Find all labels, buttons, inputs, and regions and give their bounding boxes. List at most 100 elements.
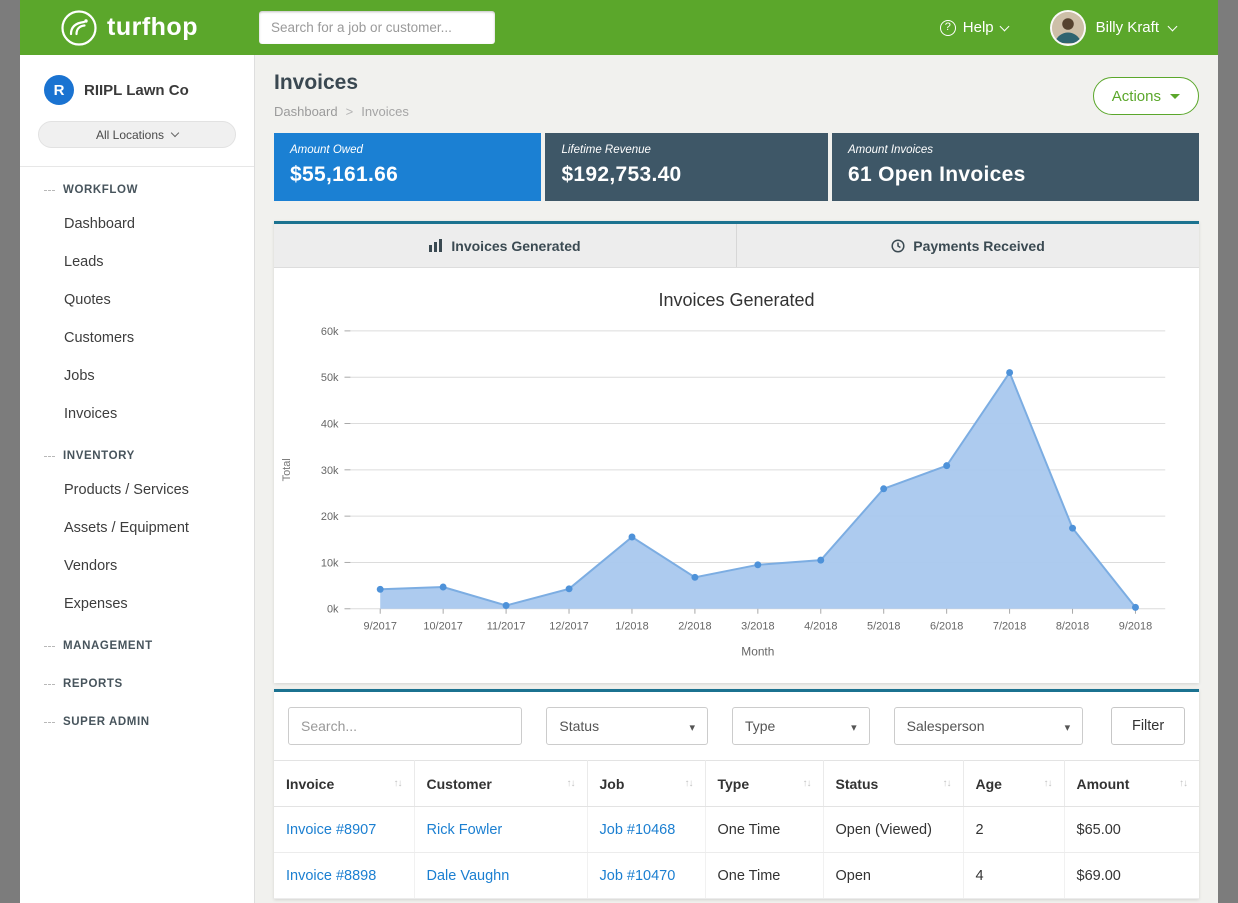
nav-section-label: SUPER ADMIN [63, 716, 150, 728]
location-selector[interactable]: All Locations [38, 121, 236, 148]
help-label: Help [963, 19, 994, 36]
nav-section-label: REPORTS [63, 678, 123, 690]
cell-type: One Time [705, 853, 823, 899]
col-customer[interactable]: Customer [414, 761, 587, 807]
tab-payments-received[interactable]: Payments Received [736, 224, 1199, 267]
user-name: Billy Kraft [1096, 19, 1159, 36]
tree-dash-icon [44, 190, 55, 191]
sidebar-item-customers[interactable]: Customers [20, 319, 254, 357]
svg-text:4/2018: 4/2018 [804, 621, 837, 633]
select-type[interactable]: Type [732, 707, 870, 745]
col-invoice[interactable]: Invoice [274, 761, 414, 807]
topbar: turfhop Help Billy Kraft [20, 0, 1218, 55]
avatar [1050, 10, 1086, 46]
col-amount[interactable]: Amount [1064, 761, 1199, 807]
stats-row: Amount Owed $55,161.66 Lifetime Revenue$19… [274, 133, 1199, 201]
svg-text:30k: 30k [321, 465, 339, 477]
company: R RIIPL Lawn Co [20, 55, 254, 105]
breadcrumb-current: Invoices [361, 104, 409, 119]
nav-section-label: INVENTORY [63, 450, 135, 462]
invoice-link[interactable]: Invoice #8898 [286, 868, 376, 884]
svg-text:10k: 10k [321, 557, 339, 569]
body-row: R RIIPL Lawn Co All Locations WORKFLOWDa… [20, 55, 1218, 903]
stat-value: $55,161.66 [290, 163, 525, 187]
breadcrumb-separator [346, 104, 354, 119]
brand-name: turfhop [107, 13, 198, 42]
invoice-link[interactable]: Invoice #8907 [286, 822, 376, 838]
filter-button[interactable]: Filter [1111, 707, 1185, 745]
breadcrumb-link-dashboard[interactable]: Dashboard [274, 104, 338, 119]
chevron-down-icon [1168, 21, 1178, 31]
sort-icon [803, 778, 811, 789]
sort-icon [685, 778, 693, 789]
col-age[interactable]: Age [963, 761, 1064, 807]
customer-link[interactable]: Rick Fowler [427, 822, 503, 838]
job-link[interactable]: Job #10470 [600, 868, 676, 884]
sidebar-item-leads[interactable]: Leads [20, 243, 254, 281]
sidebar: R RIIPL Lawn Co All Locations WORKFLOWDa… [20, 55, 255, 903]
caret-down-icon [1170, 94, 1180, 99]
sidebar-item-products-services[interactable]: Products / Services [20, 471, 254, 509]
cell-amount: $69.00 [1064, 853, 1199, 899]
column-label: Type [718, 776, 750, 792]
brand[interactable]: turfhop [20, 9, 255, 47]
turfhop-logo-icon [60, 9, 98, 47]
svg-text:11/2017: 11/2017 [487, 621, 526, 633]
stat-amount-owed: Amount Owed $55,161.66 [274, 133, 541, 201]
invoices-table: Invoice Customer Job Type StatusAgeAmount Inv… [274, 760, 1199, 899]
cell-invoice: Invoice #8898 [274, 853, 414, 899]
col-status[interactable]: Status [823, 761, 963, 807]
caret-down-icon [1065, 718, 1071, 734]
user-menu[interactable]: Billy Kraft [1050, 10, 1176, 46]
svg-text:12/2017: 12/2017 [549, 621, 588, 633]
cell-job: Job #10468 [587, 807, 705, 853]
stat-label: Amount Invoices [848, 144, 1183, 156]
help-menu[interactable]: Help [940, 19, 1008, 36]
main-content: Invoices Dashboard Invoices Actions Amou… [255, 55, 1218, 903]
cell-customer: Rick Fowler [414, 807, 587, 853]
cell-job: Job #10470 [587, 853, 705, 899]
tree-dash-icon [44, 684, 55, 685]
svg-text:40k: 40k [321, 418, 339, 430]
sort-icon [943, 778, 951, 789]
cell-amount: $65.00 [1064, 807, 1199, 853]
job-link[interactable]: Job #10468 [600, 822, 676, 838]
col-type[interactable]: Type [705, 761, 823, 807]
sidebar-item-assets-equipment[interactable]: Assets / Equipment [20, 509, 254, 547]
stat-value: $192,753.40 [561, 163, 812, 187]
nav-section-inventory: INVENTORY [20, 433, 254, 471]
stat-lifetime-revenue: Lifetime Revenue$192,753.40 [545, 133, 828, 201]
chart-holder: 0k10k20k30k40k50k60k9/201710/201711/2017… [274, 315, 1199, 679]
sidebar-item-dashboard[interactable]: Dashboard [20, 205, 254, 243]
select-label: Status [559, 718, 599, 734]
nav-section-label: MANAGEMENT [63, 640, 153, 652]
sort-icon [1179, 778, 1187, 789]
sidebar-item-jobs[interactable]: Jobs [20, 357, 254, 395]
actions-button[interactable]: Actions [1093, 77, 1199, 115]
svg-text:50k: 50k [321, 372, 339, 384]
svg-text:7/2018: 7/2018 [993, 621, 1026, 633]
sidebar-item-expenses[interactable]: Expenses [20, 585, 254, 623]
svg-text:3/2018: 3/2018 [741, 621, 774, 633]
table-row: Invoice #8907Rick FowlerJob #10468One Ti… [274, 807, 1199, 853]
app-window: turfhop Help Billy Kraft [20, 0, 1218, 903]
customer-link[interactable]: Dale Vaughn [427, 868, 510, 884]
sidebar-item-quotes[interactable]: Quotes [20, 281, 254, 319]
tab-invoices-generated[interactable]: Invoices Generated [274, 224, 736, 267]
select-status[interactable]: Status [546, 707, 708, 745]
global-search-input[interactable] [259, 11, 495, 44]
sidebar-item-vendors[interactable]: Vendors [20, 547, 254, 585]
cell-customer: Dale Vaughn [414, 853, 587, 899]
chart-tabs: Invoices GeneratedPayments Received [274, 224, 1199, 268]
svg-text:1/2018: 1/2018 [615, 621, 648, 633]
column-label: Customer [427, 776, 492, 792]
select-label: Type [745, 718, 775, 734]
turfhop-logo-icon [60, 9, 98, 47]
chart-card: Invoices GeneratedPayments Received Invo… [274, 221, 1199, 683]
col-job[interactable]: Job [587, 761, 705, 807]
table-search-input[interactable] [288, 707, 522, 745]
svg-text:6/2018: 6/2018 [930, 621, 963, 633]
sidebar-item-invoices[interactable]: Invoices [20, 395, 254, 433]
select-salesperson[interactable]: Salesperson [894, 707, 1084, 745]
stat-label: Amount Owed [290, 144, 525, 156]
